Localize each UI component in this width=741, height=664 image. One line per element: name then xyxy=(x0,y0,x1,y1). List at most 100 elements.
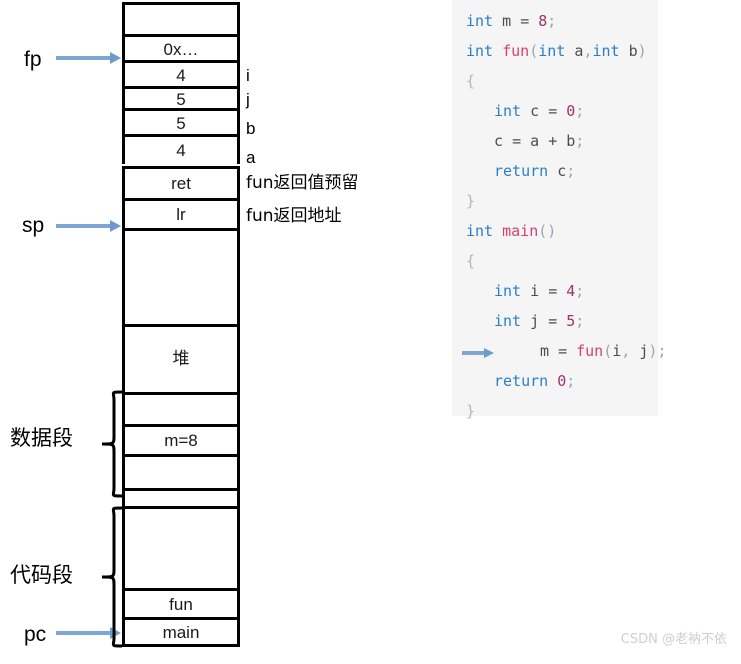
code-token: m xyxy=(502,12,512,30)
code-line: int main() xyxy=(452,216,658,246)
memory-cell-label: 堆 xyxy=(172,349,190,369)
arrow-shaft xyxy=(462,351,484,355)
code-token: 0 xyxy=(557,372,567,390)
code-token: } xyxy=(466,192,476,210)
pointer-label-fp: fp xyxy=(24,48,42,71)
memory-cell-heap: 堆 xyxy=(122,324,240,392)
code-line: int c = 0; xyxy=(452,96,658,126)
code-token: ; xyxy=(566,372,576,390)
memory-cell-label: ret xyxy=(171,174,191,193)
code-line: return c; xyxy=(452,156,658,186)
memory-cell-stack-top-empty xyxy=(122,2,240,38)
code-token: fun xyxy=(576,342,604,360)
code-line: { xyxy=(452,66,658,96)
code-line-text: int main() xyxy=(466,222,556,240)
code-token: ) xyxy=(637,42,647,60)
memory-cell-data-m: m=8 xyxy=(122,424,240,454)
code-token: i xyxy=(612,342,622,360)
code-line-text: } xyxy=(466,192,475,210)
code-token: 5 xyxy=(566,312,576,330)
memory-cell-gap xyxy=(122,488,240,506)
code-token: , xyxy=(621,342,631,360)
code-token: b xyxy=(628,42,638,60)
code-token: int xyxy=(592,42,620,60)
code-token: + xyxy=(548,132,558,150)
annotation-label-j: j xyxy=(246,90,250,109)
memory-cell-label: 4 xyxy=(176,66,186,85)
memory-cell-label: main xyxy=(162,622,200,642)
code-line-text: int j = 5; xyxy=(494,312,584,330)
memory-cell-label: fun xyxy=(169,594,193,614)
pointer-arrow-sp-icon xyxy=(56,220,121,232)
code-line-text: return c; xyxy=(494,162,575,180)
code-line-text: int i = 4; xyxy=(494,282,584,300)
memory-cell-label: 4 xyxy=(176,141,186,160)
code-token: 0 xyxy=(566,102,576,120)
code-token: int xyxy=(466,12,494,30)
memory-cell-stack-free xyxy=(122,228,240,324)
code-line-text: c = a + b; xyxy=(494,132,584,150)
memory-cell-saved-fp: 0x… xyxy=(122,34,240,62)
code-token: fun xyxy=(502,42,530,60)
code-line: { xyxy=(452,246,658,276)
code-line-text: { xyxy=(466,252,475,270)
memory-cell-label: lr xyxy=(176,205,186,224)
csdn-watermark: CSDN @老衲不依 xyxy=(620,632,727,647)
source-code-panel: int m = 8; int fun(int a,int b){int c = 0… xyxy=(452,0,666,420)
code-token: ; xyxy=(575,282,585,300)
memory-cell-var-j: 5 xyxy=(122,86,240,110)
code-token: ; xyxy=(657,342,667,360)
memory-cell-label: 0x… xyxy=(163,40,199,59)
code-token: = xyxy=(558,342,568,360)
code-token: int xyxy=(466,222,494,240)
code-token: b xyxy=(566,132,576,150)
code-token: int xyxy=(466,42,494,60)
code-line-text: int c = 0; xyxy=(494,102,584,120)
code-token: c xyxy=(557,162,567,180)
code-token: = xyxy=(548,102,558,120)
code-line: } xyxy=(452,396,658,426)
code-token: m xyxy=(540,342,550,360)
code-token: = xyxy=(512,132,522,150)
code-token: ( xyxy=(603,342,613,360)
annotation-label-ret: fun返回值预留 xyxy=(246,173,359,193)
code-line-text: int fun(int a,int b) xyxy=(466,42,647,60)
code-token: return xyxy=(494,372,549,390)
code-line: int j = 5; xyxy=(452,306,658,336)
code-token: ( xyxy=(529,42,539,60)
annotation-label-a: a xyxy=(246,148,256,167)
code-line-text: int m = 8; xyxy=(466,12,556,30)
memory-cell-var-i: 4 xyxy=(122,60,240,88)
code-line: } xyxy=(452,186,658,216)
code-token: c xyxy=(530,102,540,120)
code-token: { xyxy=(466,252,476,270)
arrow-shaft xyxy=(56,56,110,60)
memory-cell-param-a: 4 xyxy=(122,134,240,164)
arrow-head xyxy=(484,348,494,358)
code-line-text: } xyxy=(466,402,475,420)
code-token: int xyxy=(494,312,522,330)
segment-brace-code-segment xyxy=(101,506,123,648)
code-token: () xyxy=(538,222,557,240)
code-token: = xyxy=(520,12,530,30)
memory-cell-param-b: 5 xyxy=(122,108,240,136)
code-token: a xyxy=(530,132,540,150)
memory-cell-code-main: main xyxy=(122,617,240,647)
code-token: int xyxy=(494,282,522,300)
